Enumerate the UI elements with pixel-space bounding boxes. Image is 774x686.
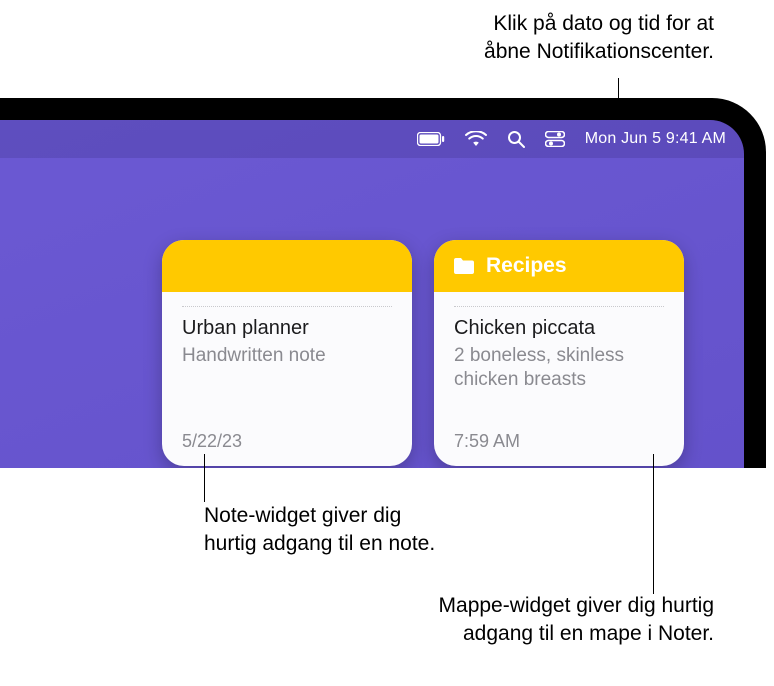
callout-left-leader <box>204 454 205 502</box>
note-widget[interactable]: Urban planner Handwritten note 5/22/23 <box>162 240 412 466</box>
folder-label: Recipes <box>486 254 567 278</box>
callout-top: Klik på dato og tid for at åbne Notifika… <box>484 10 714 67</box>
menubar: Mon Jun 5 9:41 AM <box>0 120 744 158</box>
callout-right-leader <box>653 454 654 594</box>
folder-icon <box>452 256 476 276</box>
note-widget-body: Urban planner Handwritten note 5/22/23 <box>162 292 412 466</box>
callout-right-text: Mappe-widget giver dig hurtig adgang til… <box>439 594 714 645</box>
folder-note-timestamp: 7:59 AM <box>454 431 520 452</box>
wifi-icon[interactable] <box>465 131 487 147</box>
device-bezel: Mon Jun 5 9:41 AM Urban planner Handwrit… <box>0 98 766 468</box>
callout-left-text: Note-widget giver dig hurtig adgang til … <box>204 504 435 555</box>
battery-icon[interactable] <box>417 132 445 146</box>
folder-widget-header: Recipes <box>434 240 684 292</box>
widgets-row: Urban planner Handwritten note 5/22/23 R… <box>162 240 684 466</box>
callout-right: Mappe-widget giver dig hurtig adgang til… <box>439 592 714 649</box>
folder-widget-body: Chicken piccata 2 boneless, skinless chi… <box>434 292 684 466</box>
note-widget-header <box>162 240 412 292</box>
callout-left: Note-widget giver dig hurtig adgang til … <box>204 502 435 559</box>
spotlight-search-icon[interactable] <box>507 130 525 148</box>
folder-note-title: Chicken piccata <box>454 317 664 340</box>
note-title: Urban planner <box>182 317 392 340</box>
note-subtitle: Handwritten note <box>182 344 392 368</box>
device-frame: Mon Jun 5 9:41 AM Urban planner Handwrit… <box>0 98 774 468</box>
note-timestamp: 5/22/23 <box>182 431 242 452</box>
callout-top-text: Klik på dato og tid for at åbne Notifika… <box>484 12 714 63</box>
divider <box>182 306 392 307</box>
desktop-screen: Mon Jun 5 9:41 AM Urban planner Handwrit… <box>0 120 744 468</box>
folder-widget[interactable]: Recipes Chicken piccata 2 boneless, skin… <box>434 240 684 466</box>
menubar-clock[interactable]: Mon Jun 5 9:41 AM <box>585 130 726 148</box>
folder-note-subtitle: 2 boneless, skinless chicken breasts <box>454 344 664 392</box>
control-center-icon[interactable] <box>545 131 565 147</box>
divider <box>454 306 664 307</box>
